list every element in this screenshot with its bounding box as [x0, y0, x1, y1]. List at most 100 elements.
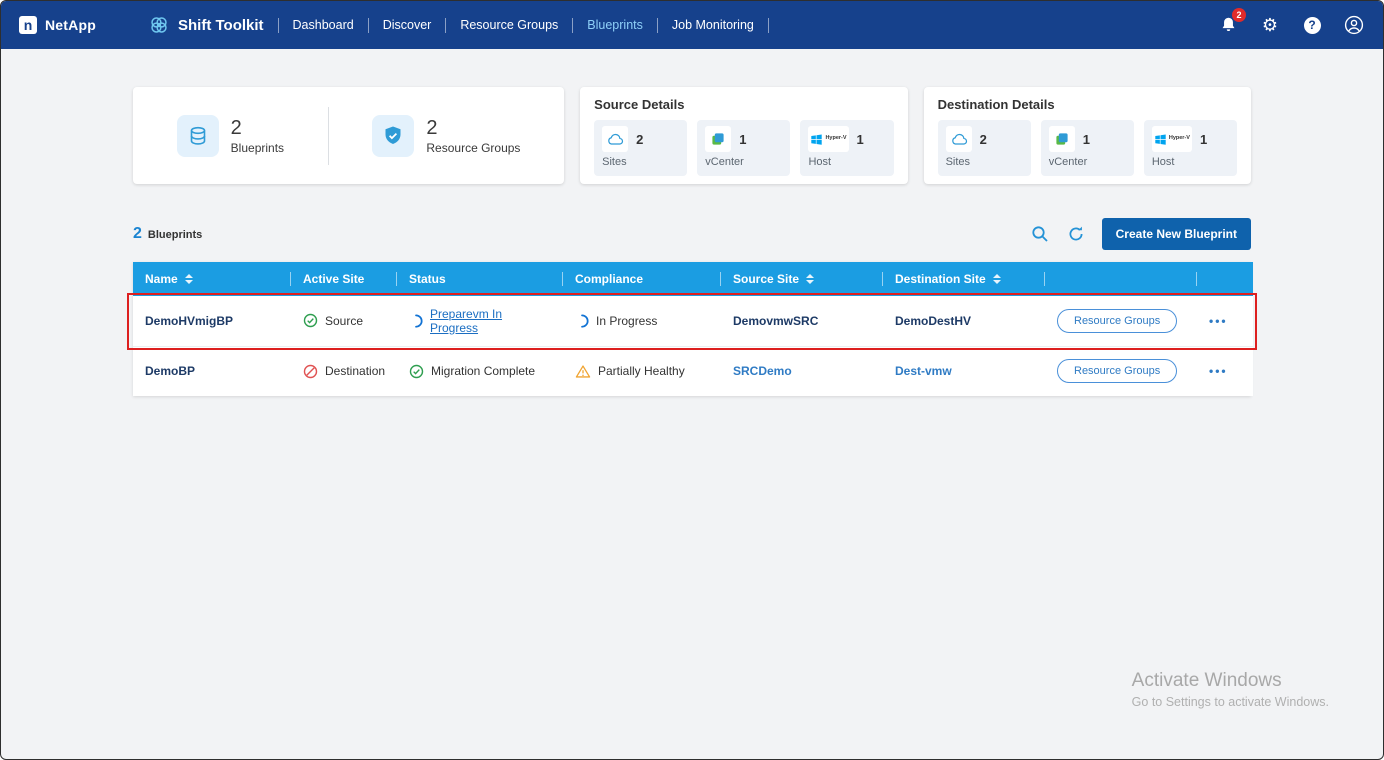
- compliance-value: In Progress: [596, 314, 657, 328]
- hyperv-windows-icon: Hyper-V: [1152, 126, 1192, 152]
- column-header-compliance[interactable]: Compliance: [563, 262, 721, 296]
- windows-activation-watermark: Activate Windows Go to Settings to activ…: [1132, 670, 1329, 709]
- nav-separator: [657, 18, 658, 33]
- blueprints-count-number: 2: [133, 225, 142, 243]
- search-icon[interactable]: [1030, 224, 1050, 244]
- create-new-blueprint-button[interactable]: Create New Blueprint: [1102, 218, 1251, 250]
- source-sites-label: Sites: [602, 156, 679, 168]
- cloud-icon: [946, 126, 972, 152]
- blueprints-toolbar: 2 Blueprints Create New Blueprint: [133, 218, 1251, 250]
- main-content: 2 Blueprints 2 Resource Groups: [1, 49, 1383, 396]
- active-site-value: Destination: [325, 364, 385, 378]
- notifications-bell-icon[interactable]: 2: [1217, 14, 1239, 36]
- blueprint-name[interactable]: DemoBP: [133, 346, 291, 396]
- source-host-count: 1: [857, 132, 864, 147]
- column-header-destination-site[interactable]: Destination Site: [883, 262, 1045, 296]
- summary-stats-card: 2 Blueprints 2 Resource Groups: [133, 87, 564, 184]
- nav-separator: [278, 18, 279, 33]
- hyperv-logo-text: Hyper-V: [1169, 136, 1190, 142]
- vcenter-icon: [705, 126, 731, 152]
- source-site-value: DemovmwSRC: [721, 296, 883, 346]
- blueprints-count-heading: 2 Blueprints: [133, 225, 202, 243]
- row-menu-button[interactable]: •••: [1209, 364, 1228, 378]
- status-link[interactable]: Preparevm In Progress: [430, 307, 551, 335]
- blueprints-table-wrap: Name Active Site Status Compliance: [133, 262, 1251, 396]
- summary-cards-row: 2 Blueprints 2 Resource Groups: [133, 87, 1251, 184]
- source-sites-count: 2: [636, 132, 643, 147]
- row-menu-button[interactable]: •••: [1209, 314, 1228, 328]
- settings-gear-icon[interactable]: ⚙: [1259, 14, 1281, 36]
- netapp-logo: n: [19, 16, 37, 34]
- destination-sites-count: 2: [980, 132, 987, 147]
- column-header-name[interactable]: Name: [133, 262, 291, 296]
- blueprints-count-label: Blueprints: [148, 229, 202, 241]
- blueprints-stat: 2 Blueprints: [177, 115, 284, 157]
- table-row: DemoBP Destination: [133, 346, 1253, 396]
- source-site-value: SRCDemo: [721, 346, 883, 396]
- hyperv-logo-text: Hyper-V: [825, 136, 846, 142]
- column-header-active-site[interactable]: Active Site: [291, 262, 397, 296]
- cloud-icon: [602, 126, 628, 152]
- resource-groups-button[interactable]: Resource Groups: [1057, 309, 1177, 333]
- notification-badge: 2: [1232, 8, 1246, 22]
- source-vcenter-count: 1: [739, 132, 746, 147]
- source-details-title: Source Details: [594, 97, 893, 112]
- hyperv-windows-icon: Hyper-V: [808, 126, 848, 152]
- table-header-row: Name Active Site Status Compliance: [133, 262, 1253, 296]
- destination-details-title: Destination Details: [938, 97, 1237, 112]
- blueprints-icon: [177, 115, 219, 157]
- table-row: DemoHVmigBP Source: [133, 296, 1253, 346]
- status-value: Migration Complete: [431, 364, 535, 378]
- destination-site-value: Dest-vmw: [883, 346, 1045, 396]
- check-circle-icon: [303, 313, 318, 328]
- destination-sites-label: Sites: [946, 156, 1023, 168]
- netapp-brand[interactable]: n NetApp: [19, 16, 96, 34]
- app-title[interactable]: Shift Toolkit: [148, 14, 264, 36]
- destination-vcenter-tile: 1 vCenter: [1041, 120, 1134, 176]
- nav-item-discover[interactable]: Discover: [383, 18, 432, 32]
- resource-groups-label: Resource Groups: [426, 141, 520, 155]
- column-header-menu: [1197, 262, 1253, 296]
- destination-site-value: DemoDestHV: [883, 296, 1045, 346]
- refresh-icon[interactable]: [1066, 224, 1086, 244]
- check-circle-icon: [409, 364, 424, 379]
- source-details-card: Source Details 2 Sites: [580, 87, 907, 184]
- source-vcenter-label: vCenter: [705, 156, 782, 168]
- help-icon[interactable]: ?: [1301, 14, 1323, 36]
- brand-name: NetApp: [45, 17, 96, 33]
- warning-triangle-icon: [575, 364, 591, 379]
- shift-toolkit-icon: [148, 14, 170, 36]
- resource-groups-button[interactable]: Resource Groups: [1057, 359, 1177, 383]
- resource-groups-stat: 2 Resource Groups: [372, 115, 520, 157]
- resource-groups-count: 2: [426, 117, 520, 140]
- watermark-line1: Activate Windows: [1132, 670, 1329, 692]
- column-header-source-site[interactable]: Source Site: [721, 262, 883, 296]
- active-site-value: Source: [325, 314, 363, 328]
- resource-groups-shield-icon: [372, 115, 414, 157]
- destination-sites-tile: 2 Sites: [938, 120, 1031, 176]
- source-host-label: Host: [808, 156, 885, 168]
- source-vcenter-tile: 1 vCenter: [697, 120, 790, 176]
- blueprints-label: Blueprints: [231, 141, 284, 155]
- destination-host-label: Host: [1152, 156, 1229, 168]
- blueprint-name[interactable]: DemoHVmigBP: [133, 296, 291, 346]
- sort-icon[interactable]: [185, 274, 193, 284]
- watermark-line2: Go to Settings to activate Windows.: [1132, 695, 1329, 709]
- blueprints-table: Name Active Site Status Compliance: [133, 262, 1253, 396]
- user-account-icon[interactable]: [1343, 14, 1365, 36]
- destination-site-status-icon: [303, 364, 318, 379]
- nav-item-job-monitoring[interactable]: Job Monitoring: [672, 18, 754, 32]
- destination-host-count: 1: [1200, 132, 1207, 147]
- destination-vcenter-label: vCenter: [1049, 156, 1126, 168]
- nav-item-resource-groups[interactable]: Resource Groups: [460, 18, 558, 32]
- column-header-status[interactable]: Status: [397, 262, 563, 296]
- nav-item-dashboard[interactable]: Dashboard: [293, 18, 354, 32]
- app-window: n NetApp Shift Toolkit Dashboard Discove…: [0, 0, 1384, 760]
- destination-host-tile: Hyper-V 1 Host: [1144, 120, 1237, 176]
- nav-separator: [368, 18, 369, 33]
- app-title-text: Shift Toolkit: [178, 17, 264, 34]
- sort-icon[interactable]: [806, 274, 814, 284]
- sort-icon[interactable]: [993, 274, 1001, 284]
- vcenter-icon: [1049, 126, 1075, 152]
- nav-item-blueprints[interactable]: Blueprints: [587, 18, 643, 32]
